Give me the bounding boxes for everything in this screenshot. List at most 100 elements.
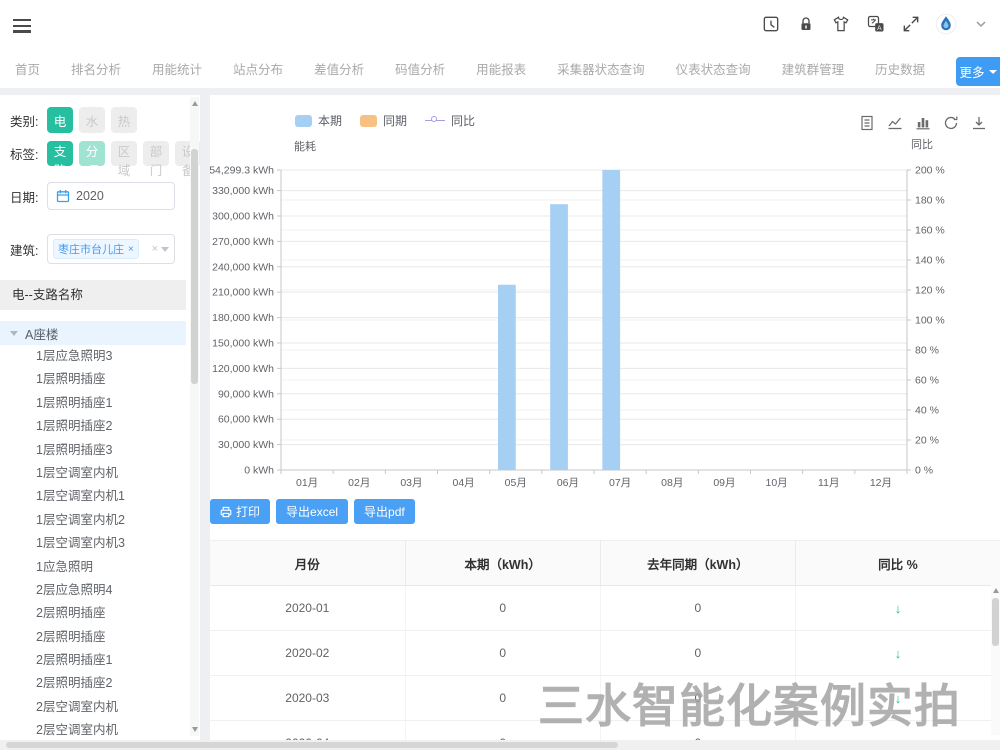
- tree-item[interactable]: 2层空调室内机: [0, 719, 200, 740]
- tree-item[interactable]: 1层空调室内机: [0, 462, 200, 485]
- category-button-水[interactable]: 水: [79, 107, 105, 133]
- tree-item[interactable]: 1层空调室内机2: [0, 509, 200, 532]
- svg-text:10月: 10月: [765, 477, 787, 489]
- column-header: 本期（kWh）: [405, 541, 600, 586]
- tree-item[interactable]: 1层空调室内机1: [0, 485, 200, 508]
- print-button[interactable]: 打印: [210, 499, 270, 524]
- trend-down-icon: ↓: [895, 691, 902, 706]
- legend-item-本期[interactable]: 本期: [295, 112, 342, 129]
- tab-用能统计[interactable]: 用能统计: [152, 55, 202, 88]
- tab-用能报表[interactable]: 用能报表: [476, 55, 526, 88]
- download-icon[interactable]: [971, 115, 987, 131]
- legend-item-同期[interactable]: 同期: [360, 112, 407, 129]
- more-button[interactable]: 更多: [956, 57, 1000, 86]
- tab-bar: 首页排名分析用能统计站点分布差值分析码值分析用能报表采集器状态查询仪表状态查询建…: [0, 55, 1000, 88]
- table-scrollbar[interactable]: [991, 585, 1000, 735]
- language-icon[interactable]: A: [865, 13, 887, 35]
- svg-text:100 %: 100 %: [915, 315, 945, 327]
- tree-item[interactable]: 1应急照明: [0, 556, 200, 579]
- svg-text:A: A: [877, 25, 882, 32]
- scroll-thumb[interactable]: [6, 742, 618, 748]
- expand-caret-icon[interactable]: [10, 331, 18, 336]
- scroll-thumb[interactable]: [992, 598, 999, 646]
- scroll-up-icon[interactable]: [192, 101, 198, 106]
- svg-text:03月: 03月: [400, 477, 422, 489]
- svg-text:30,000 kWh: 30,000 kWh: [218, 439, 274, 451]
- tree-item[interactable]: 2层空调室内机: [0, 696, 200, 719]
- data-view-icon[interactable]: [859, 115, 875, 131]
- svg-text:140 %: 140 %: [915, 255, 945, 267]
- tree-item[interactable]: 1层空调室内机3: [0, 532, 200, 555]
- menu-icon[interactable]: [13, 19, 31, 35]
- legend-item-同比[interactable]: 同比: [425, 112, 475, 129]
- svg-text:20 %: 20 %: [915, 435, 939, 447]
- table-header-row: 月份本期（kWh）去年同期（kWh）同比 %: [210, 541, 1000, 586]
- svg-text:06月: 06月: [557, 477, 579, 489]
- date-input[interactable]: 2020: [47, 182, 175, 210]
- tree-item[interactable]: 2层应急照明4: [0, 579, 200, 602]
- tag-button-分项[interactable]: 分项: [79, 141, 105, 166]
- yoy-bar-chart[interactable]: 0 %20 %40 %60 %80 %100 %120 %140 %160 %1…: [210, 133, 1000, 498]
- trend-down-icon: ↓: [895, 601, 902, 616]
- tree-item[interactable]: 1层照明插座2: [0, 415, 200, 438]
- tag-button-区域[interactable]: 区域: [111, 141, 137, 166]
- export-excel-button[interactable]: 导出excel: [276, 499, 348, 524]
- column-header: 月份: [210, 541, 405, 586]
- building-select[interactable]: 枣庄市台儿庄× ×: [47, 234, 175, 264]
- tag-button-部门[interactable]: 部门: [143, 141, 169, 166]
- svg-text:05月: 05月: [505, 477, 527, 489]
- tree-item[interactable]: 1层应急照明3: [0, 345, 200, 368]
- tab-仪表状态查询[interactable]: 仪表状态查询: [676, 55, 751, 88]
- lock-icon[interactable]: [795, 13, 817, 35]
- user-chevron-icon[interactable]: [970, 13, 992, 35]
- svg-text:120,000 kWh: 120,000 kWh: [212, 363, 274, 375]
- tab-采集器状态查询[interactable]: 采集器状态查询: [557, 55, 645, 88]
- svg-text:300,000 kWh: 300,000 kWh: [212, 210, 274, 222]
- export-pdf-button[interactable]: 导出pdf: [354, 499, 415, 524]
- svg-text:01月: 01月: [296, 477, 318, 489]
- building-label: 建筑:: [10, 240, 47, 259]
- horizontal-scrollbar[interactable]: [0, 740, 1000, 750]
- svg-text:能耗: 能耗: [294, 139, 316, 153]
- tree-item[interactable]: 1层照明插座1: [0, 392, 200, 415]
- refresh-icon[interactable]: [943, 115, 959, 131]
- tree-item[interactable]: 2层照明插座: [0, 626, 200, 649]
- svg-text:240,000 kWh: 240,000 kWh: [212, 261, 274, 273]
- category-button-电[interactable]: 电: [47, 107, 73, 133]
- theme-shirt-icon[interactable]: [830, 13, 852, 35]
- tab-差值分析[interactable]: 差值分析: [314, 55, 364, 88]
- sidebar-scrollbar[interactable]: [190, 97, 199, 736]
- app-logo[interactable]: [935, 13, 957, 35]
- tree-item[interactable]: 1层照明插座: [0, 368, 200, 391]
- scroll-up-icon[interactable]: [993, 588, 999, 593]
- tab-站点分布[interactable]: 站点分布: [233, 55, 283, 88]
- table-row: 2020-0200↓: [210, 631, 1000, 676]
- tree-item[interactable]: 2层照明插座2: [0, 672, 200, 695]
- fullscreen-icon[interactable]: [900, 13, 922, 35]
- tag-button-支路[interactable]: 支路: [47, 141, 73, 166]
- tree-item[interactable]: 2层照明插座: [0, 602, 200, 625]
- tab-建筑群管理[interactable]: 建筑群管理: [782, 55, 845, 88]
- svg-text:同比: 同比: [911, 138, 933, 151]
- scroll-thumb[interactable]: [191, 149, 198, 384]
- category-button-热[interactable]: 热: [111, 107, 137, 133]
- scroll-down-icon[interactable]: [192, 727, 198, 732]
- tab-历史数据[interactable]: 历史数据: [875, 55, 925, 88]
- svg-text:200 %: 200 %: [915, 165, 945, 177]
- bar-chart-icon[interactable]: [915, 115, 931, 131]
- tag-close-icon[interactable]: ×: [128, 244, 134, 255]
- svg-text:150,000 kWh: 150,000 kWh: [212, 337, 274, 349]
- tree-root-node[interactable]: A座楼: [0, 321, 186, 345]
- schedule-icon[interactable]: [760, 13, 782, 35]
- tab-首页[interactable]: 首页: [15, 55, 40, 88]
- action-buttons: 打印 导出excel 导出pdf: [210, 499, 415, 524]
- tab-码值分析[interactable]: 码值分析: [395, 55, 445, 88]
- tree-item[interactable]: 2层照明插座1: [0, 649, 200, 672]
- svg-text:60,000 kWh: 60,000 kWh: [218, 414, 274, 426]
- clear-icon[interactable]: ×: [152, 243, 158, 255]
- tree-item[interactable]: 1层照明插座3: [0, 439, 200, 462]
- svg-text:09月: 09月: [713, 477, 735, 489]
- trend-down-icon: ↓: [895, 646, 902, 661]
- tab-排名分析[interactable]: 排名分析: [71, 55, 121, 88]
- line-chart-icon[interactable]: [887, 115, 903, 131]
